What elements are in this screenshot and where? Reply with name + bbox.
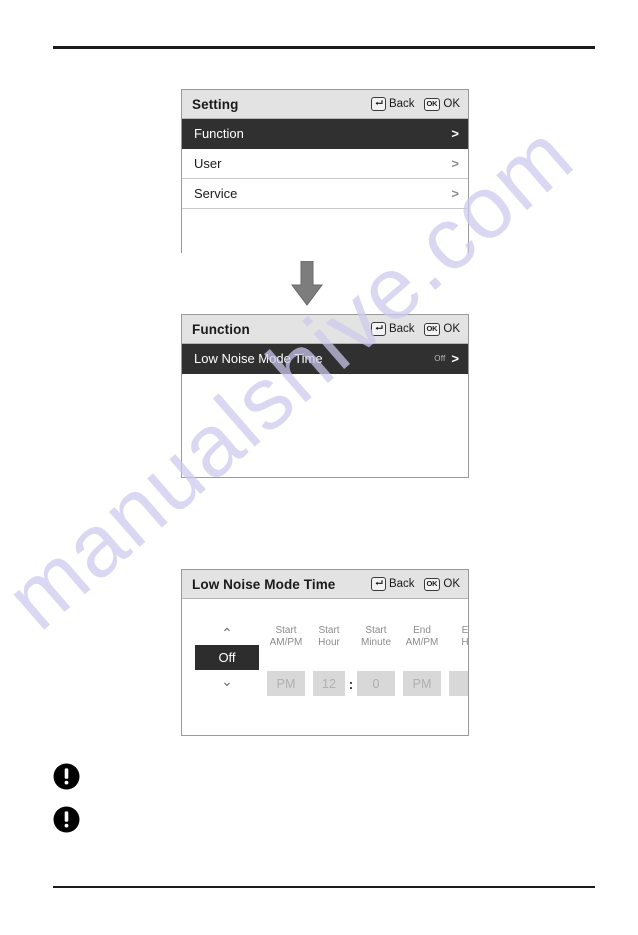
panel-header: Low Noise Mode Time Back OK OK <box>182 570 468 599</box>
chevron-right-icon: > <box>451 156 459 171</box>
onoff-value[interactable]: Off <box>195 645 259 670</box>
header-actions: Back OK OK <box>370 577 460 591</box>
time-colon-separator: : <box>348 625 354 696</box>
chevron-right-icon: > <box>451 186 459 201</box>
ok-button-label: OK <box>443 98 460 110</box>
menu-list: Function > User > Service > <box>182 119 468 253</box>
chevron-right-icon: > <box>451 351 459 366</box>
screen-panel-low-noise-mode-time: Low Noise Mode Time Back OK OK ⌃ Off ⌄ S… <box>181 569 469 736</box>
panel-header: Function Back OK OK <box>182 315 468 344</box>
return-arrow-icon <box>370 577 386 591</box>
field-label: End AM/PM <box>405 625 439 648</box>
chevron-right-icon: > <box>451 126 459 141</box>
panel-title: Function <box>192 321 250 337</box>
back-button-label: Back <box>388 323 415 335</box>
ok-button[interactable]: OK OK <box>423 97 460 111</box>
chevron-up-icon[interactable]: ⌃ <box>221 625 233 641</box>
field-end-hour[interactable]: EH <box>449 625 468 696</box>
menu-item-low-noise-mode-time[interactable]: Low Noise Mode Time Off > <box>182 344 468 374</box>
header-actions: Back OK OK <box>370 97 460 111</box>
screen-panel-setting: Setting Back OK OK Function > User > Ser… <box>181 89 469 253</box>
return-arrow-icon <box>370 322 386 336</box>
onoff-spinner[interactable]: ⌃ Off ⌄ <box>195 625 259 689</box>
panel-header: Setting Back OK OK <box>182 90 468 119</box>
field-value[interactable]: 12 <box>313 671 345 696</box>
ok-key-icon: OK <box>423 577 441 591</box>
exclamation-circle-icon <box>53 763 80 790</box>
header-actions: Back OK OK <box>370 322 460 336</box>
field-start-hour[interactable]: Start Hour 12 <box>313 625 345 696</box>
time-settings-body: ⌃ Off ⌄ Start AM/PM PM Start Hour 12 : Sta… <box>182 599 468 735</box>
ok-key-icon: OK <box>423 97 441 111</box>
ok-button[interactable]: OK OK <box>423 577 460 591</box>
menu-list: Low Noise Mode Time Off > <box>182 344 468 374</box>
back-button-label: Back <box>388 578 415 590</box>
return-arrow-icon <box>370 97 386 111</box>
panel-title: Setting <box>192 96 239 112</box>
back-button[interactable]: Back <box>370 577 415 591</box>
field-label: EH <box>461 625 468 648</box>
menu-item-user[interactable]: User > <box>182 149 468 179</box>
field-end-ampm[interactable]: End AM/PM PM <box>403 625 441 696</box>
field-label: Start AM/PM <box>269 625 303 648</box>
chevron-down-icon[interactable]: ⌄ <box>221 673 233 689</box>
page-footer-rule <box>53 886 595 888</box>
field-start-ampm[interactable]: Start AM/PM PM <box>267 625 305 696</box>
menu-item-value: Off <box>434 354 446 363</box>
field-label: Start Hour <box>318 625 340 648</box>
field-label: Start Minute <box>360 625 391 648</box>
down-arrow-icon <box>290 260 324 307</box>
back-button[interactable]: Back <box>370 322 415 336</box>
back-button[interactable]: Back <box>370 97 415 111</box>
back-button-label: Back <box>388 98 415 110</box>
field-value[interactable]: 0 <box>357 671 395 696</box>
field-start-minute[interactable]: Start Minute 0 <box>357 625 395 696</box>
menu-item-function[interactable]: Function > <box>182 119 468 149</box>
menu-item-service[interactable]: Service > <box>182 179 468 209</box>
menu-item-label: Service <box>194 186 238 201</box>
menu-empty-row <box>182 209 468 253</box>
menu-item-label: Low Noise Mode Time <box>194 351 323 366</box>
field-value[interactable]: PM <box>403 671 441 696</box>
ok-button[interactable]: OK OK <box>423 322 460 336</box>
page-header-rule <box>53 46 595 49</box>
time-settings-row: ⌃ Off ⌄ Start AM/PM PM Start Hour 12 : Sta… <box>182 599 468 735</box>
field-value[interactable]: PM <box>267 671 305 696</box>
colon-glyph: : <box>348 675 354 692</box>
ok-key-icon: OK <box>423 322 441 336</box>
field-value[interactable] <box>449 671 468 696</box>
panel-title: Low Noise Mode Time <box>192 576 336 592</box>
ok-button-label: OK <box>443 578 460 590</box>
screen-panel-function: Function Back OK OK Low Noise Mode Time … <box>181 314 469 478</box>
exclamation-circle-icon <box>53 806 80 833</box>
menu-item-label: Function <box>194 126 244 141</box>
menu-item-label: User <box>194 156 222 171</box>
ok-button-label: OK <box>443 323 460 335</box>
